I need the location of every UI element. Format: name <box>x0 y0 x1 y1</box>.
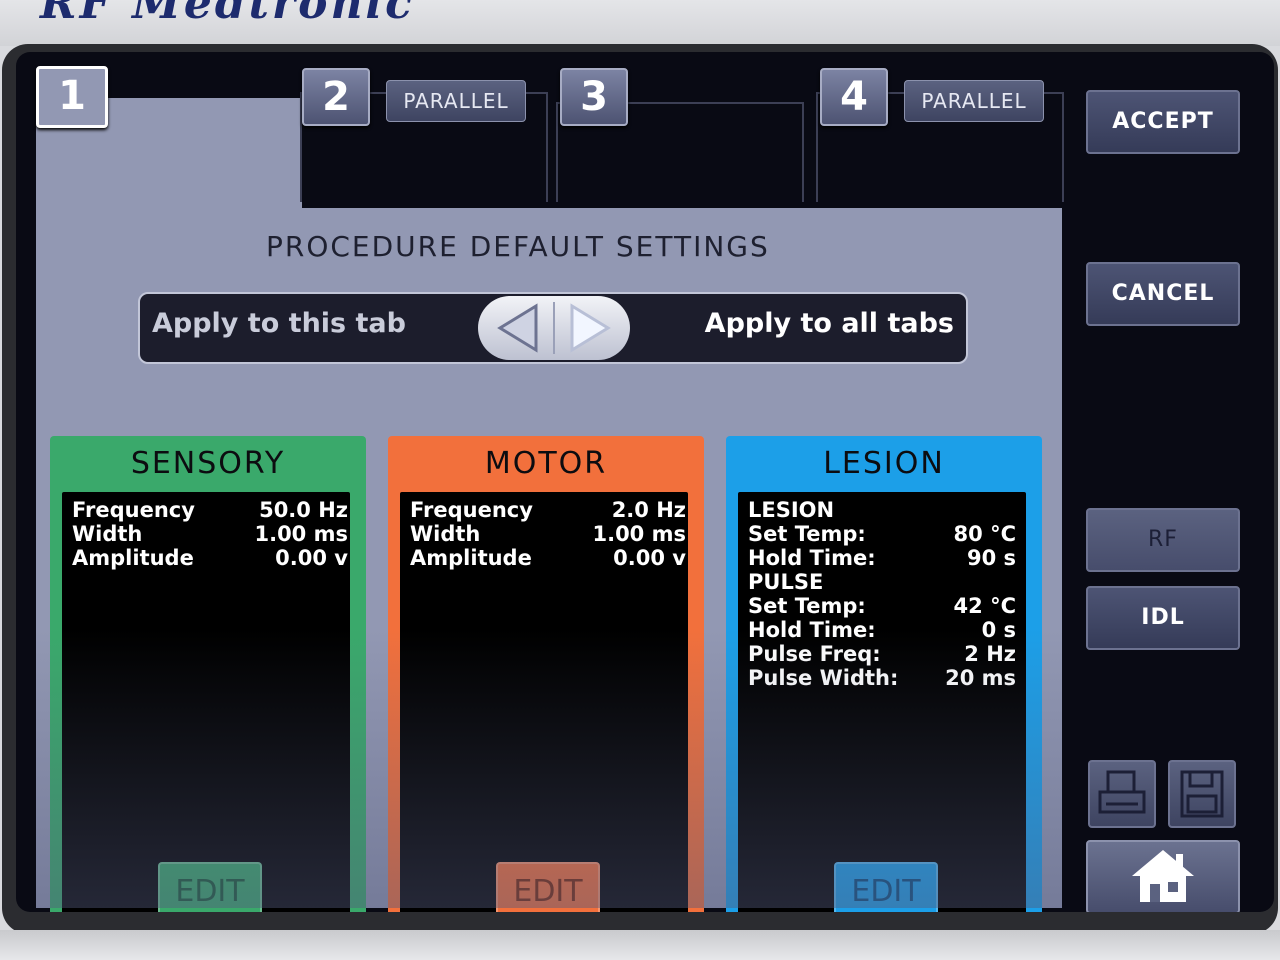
motor-title: MOTOR <box>484 446 608 481</box>
lesion-params: LESION Set Temp: 80 °C Hold Time: 90 s P… <box>738 492 1026 912</box>
save-button[interactable] <box>1168 760 1236 828</box>
param-label: Width <box>72 522 143 546</box>
device-top-bezel: RF Medtronic <box>0 0 1280 46</box>
param-label: Hold Time: <box>748 618 876 642</box>
param-row: Set Temp: 80 °C <box>748 522 1024 546</box>
param-label: PULSE <box>748 570 824 594</box>
tab-2-parallel-button[interactable]: PARALLEL <box>386 80 526 122</box>
param-label: Width <box>410 522 481 546</box>
param-row: Set Temp: 42 °C <box>748 594 1024 618</box>
tab-2[interactable]: 2 <box>302 68 370 126</box>
rf-button[interactable]: RF <box>1086 508 1240 572</box>
param-row: Width 1.00 ms <box>72 522 348 546</box>
sensory-card: SENSORY Frequency 50.0 Hz Width 1.00 ms … <box>50 436 366 912</box>
param-row: Frequency 2.0 Hz <box>410 498 686 522</box>
motor-card: MOTOR Frequency 2.0 Hz Width 1.00 ms Amp… <box>388 436 704 912</box>
param-label: Set Temp: <box>748 594 866 618</box>
idl-button[interactable]: IDL <box>1086 586 1240 650</box>
param-label: Pulse Freq: <box>748 642 881 666</box>
param-row: PULSE <box>748 570 1024 594</box>
apply-scope-toggle[interactable] <box>478 296 630 360</box>
sensory-title: SENSORY <box>130 446 286 481</box>
param-value: 1.00 ms <box>592 522 686 546</box>
motor-edit-button[interactable]: EDIT <box>496 862 600 912</box>
lesion-title: LESION <box>823 446 945 481</box>
printer-icon <box>1098 770 1146 814</box>
param-value: 20 ms <box>945 666 1016 690</box>
param-label: Frequency <box>72 498 195 522</box>
lesion-card: LESION LESION Set Temp: 80 °C Hold Time:… <box>726 436 1042 912</box>
param-label: Amplitude <box>72 546 194 570</box>
sensory-edit-button[interactable]: EDIT <box>158 862 262 912</box>
param-label: Hold Time: <box>748 546 876 570</box>
cancel-button[interactable]: CANCEL <box>1086 262 1240 326</box>
param-row: Hold Time: 0 s <box>748 618 1024 642</box>
param-row: Amplitude 0.00 v <box>72 546 348 570</box>
apply-scope-bar: Apply to this tab Apply to all tabs <box>138 292 968 364</box>
arrow-right-icon[interactable] <box>570 303 611 353</box>
home-icon <box>1132 850 1194 902</box>
motor-params: Frequency 2.0 Hz Width 1.00 ms Amplitude… <box>400 492 688 912</box>
accept-button[interactable]: ACCEPT <box>1086 90 1240 154</box>
device-bottom-bezel <box>0 930 1280 960</box>
param-row: Hold Time: 90 s <box>748 546 1024 570</box>
param-row: Frequency 50.0 Hz <box>72 498 348 522</box>
home-button[interactable] <box>1086 840 1240 912</box>
param-value: 42 °C <box>953 594 1016 618</box>
param-label: Frequency <box>410 498 533 522</box>
tab-4-parallel-button[interactable]: PARALLEL <box>904 80 1044 122</box>
param-value: 0.00 v <box>613 546 686 570</box>
brand-logo-text: RF Medtronic <box>40 0 415 29</box>
device-screen: 1 2 PARALLEL 3 4 PARALLEL PROCEDURE DEFA… <box>16 52 1274 912</box>
param-value: 2 Hz <box>964 642 1016 666</box>
param-value: 0.00 v <box>275 546 348 570</box>
param-label: Set Temp: <box>748 522 866 546</box>
param-label: Amplitude <box>410 546 532 570</box>
apply-all-tabs-label[interactable]: Apply to all tabs <box>705 308 954 339</box>
tab-1[interactable]: 1 <box>36 66 108 128</box>
sensory-params: Frequency 50.0 Hz Width 1.00 ms Amplitud… <box>62 492 350 912</box>
param-value: 2.0 Hz <box>611 498 686 522</box>
settings-panel: PROCEDURE DEFAULT SETTINGS Apply to this… <box>36 208 1062 912</box>
page-title: PROCEDURE DEFAULT SETTINGS <box>266 230 770 263</box>
arrow-left-icon[interactable] <box>497 303 538 353</box>
lesion-edit-button[interactable]: EDIT <box>834 862 938 912</box>
param-value: 80 °C <box>953 522 1016 546</box>
param-row: LESION <box>748 498 1024 522</box>
param-label: Pulse Width: <box>748 666 899 690</box>
param-label: LESION <box>748 498 835 522</box>
param-row: Amplitude 0.00 v <box>410 546 686 570</box>
tab-3[interactable]: 3 <box>560 68 628 126</box>
param-value: 0 s <box>981 618 1016 642</box>
param-value: 50.0 Hz <box>259 498 348 522</box>
tab-4[interactable]: 4 <box>820 68 888 126</box>
param-row: Width 1.00 ms <box>410 522 686 546</box>
apply-this-tab-label[interactable]: Apply to this tab <box>152 308 406 339</box>
param-row: Pulse Width: 20 ms <box>748 666 1024 690</box>
param-row: Pulse Freq: 2 Hz <box>748 642 1024 666</box>
print-button[interactable] <box>1088 760 1156 828</box>
floppy-disk-icon <box>1180 770 1224 818</box>
param-value: 90 s <box>966 546 1016 570</box>
param-value: 1.00 ms <box>254 522 348 546</box>
